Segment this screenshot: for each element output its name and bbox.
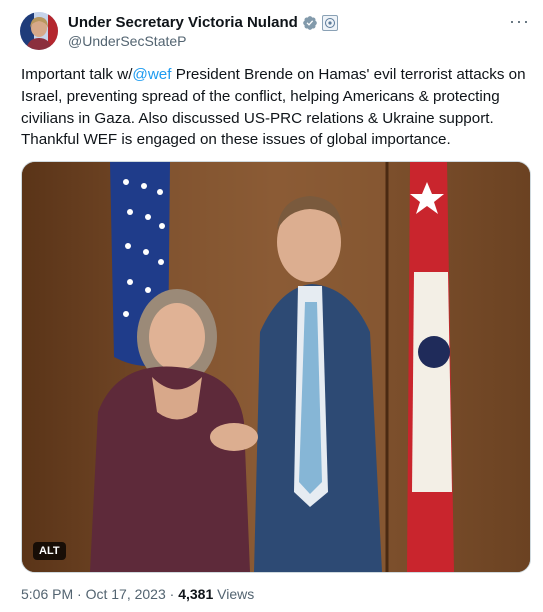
tweet-time[interactable]: 5:06 PM	[21, 586, 73, 602]
tweet-date[interactable]: Oct 17, 2023	[86, 586, 166, 602]
views-count: 4,381	[178, 586, 214, 602]
author-display-name[interactable]: Under Secretary Victoria Nuland	[68, 14, 298, 31]
verified-badge-icon[interactable]	[302, 15, 318, 31]
name-row: Under Secretary Victoria Nuland	[68, 14, 338, 31]
tweet-text: Important talk w/@wef President Brende o…	[21, 64, 533, 151]
meta-separator: ·	[169, 586, 175, 602]
tweet-meta: 5:06 PM · Oct 17, 2023 · 4,381 Views	[21, 586, 254, 602]
tweet-card: Under Secretary Victoria Nuland @UnderSe…	[0, 0, 543, 612]
mention-link[interactable]: @wef	[132, 66, 171, 83]
author-avatar[interactable]	[20, 12, 58, 50]
author-handle[interactable]: @UnderSecStateP	[68, 33, 187, 49]
tweet-photo[interactable]: ALT	[21, 161, 531, 573]
more-options-icon[interactable]: ···	[509, 12, 530, 30]
tweet-text-before: Important talk w/	[21, 66, 133, 83]
meta-separator: ·	[77, 586, 82, 602]
views-label: Views	[217, 586, 255, 602]
alt-text-badge[interactable]: ALT	[33, 542, 66, 560]
tweet-header: Under Secretary Victoria Nuland @UnderSe…	[20, 12, 530, 52]
photo-illustration	[22, 162, 530, 572]
government-affiliation-icon[interactable]	[321, 14, 338, 31]
